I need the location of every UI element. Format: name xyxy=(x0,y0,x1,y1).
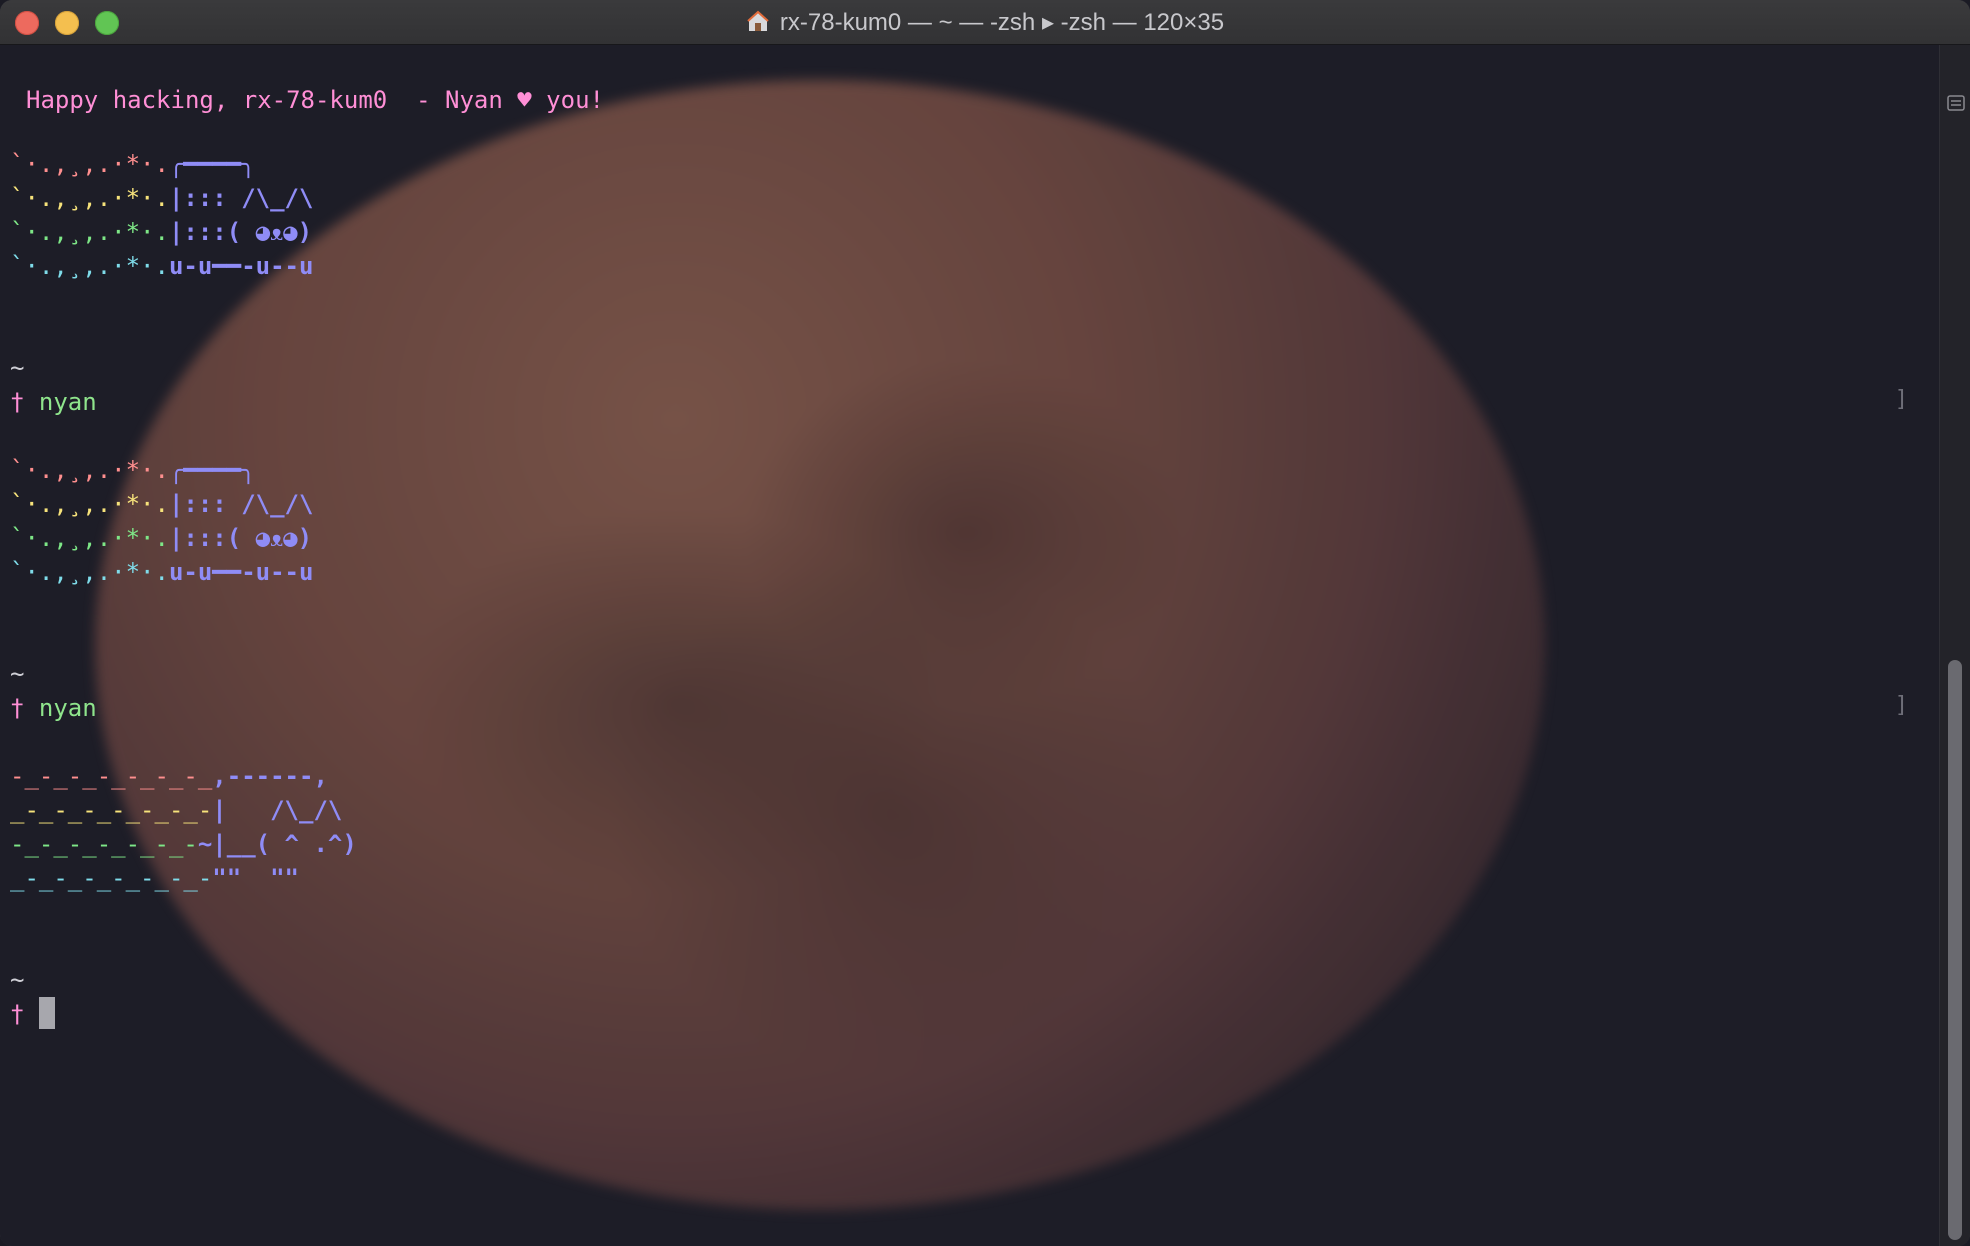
nyan-row: -_-_-_-_-_-_-~|__( ^ .^) xyxy=(10,830,357,858)
terminal-window: rx-78-kum0 — ~ — -zsh ▸ -zsh — 120×35 Ha… xyxy=(0,0,1970,1246)
home-folder-icon xyxy=(746,10,770,34)
nyan-row: `·.,¸,.·*·.|::: /\_/\ xyxy=(10,184,314,212)
prompt-symbol: † xyxy=(10,1000,25,1028)
cwd-line: ~ xyxy=(10,354,25,382)
cwd-line: ~ xyxy=(10,966,25,994)
nyan-row: _-_-_-_-_-_-_-| /\_/\ xyxy=(10,796,343,824)
window-title: rx-78-kum0 — ~ — -zsh ▸ -zsh — 120×35 xyxy=(779,8,1225,36)
command-text: nyan xyxy=(38,694,97,722)
prompt-symbol: † xyxy=(10,388,25,416)
nyan-row: `·.,¸,.·*·.|:::( ◕ᴥ◕) xyxy=(10,218,313,246)
nyan-row: `·.,¸,.·*·.u-u━━-u--u xyxy=(10,558,314,586)
line-mark-bracket: ] xyxy=(1894,693,1908,718)
nyan-row: `·.,¸,.·*·.u-u━━-u--u xyxy=(10,252,314,280)
nyan-row: -_-_-_-_-_-_-_,------, xyxy=(10,762,328,790)
terminal-content-area[interactable]: Happy hacking, rx-78-kum0 - Nyan ♥ you! … xyxy=(0,45,1940,1246)
command-text: nyan xyxy=(38,388,97,416)
split-pane-icon[interactable] xyxy=(1946,93,1966,113)
nyan-row: _-_-_-_-_-_-_-"" "" xyxy=(10,864,299,892)
prompt-line: † nyan xyxy=(10,691,97,725)
terminal-output: Happy hacking, rx-78-kum0 - Nyan ♥ you! … xyxy=(0,45,1930,1246)
cwd-line: ~ xyxy=(10,660,25,688)
active-prompt-line[interactable]: † xyxy=(10,997,55,1031)
text-cursor xyxy=(38,997,55,1029)
nyan-row: `·.,¸,.·*·.╭━━━━╮ xyxy=(10,456,256,484)
nyan-row: `·.,¸,.·*·.|::: /\_/\ xyxy=(10,490,314,518)
scrollbar-thumb[interactable] xyxy=(1948,660,1962,1240)
nyan-row: `·.,¸,.·*·.╭━━━━╮ xyxy=(10,150,256,178)
title-bar[interactable]: rx-78-kum0 — ~ — -zsh ▸ -zsh — 120×35 xyxy=(0,0,1970,45)
prompt-symbol: † xyxy=(10,694,25,722)
nyan-row: `·.,¸,.·*·.|:::( ◕ᴥ◕) xyxy=(10,524,313,552)
line-mark-bracket: ] xyxy=(1894,387,1908,412)
motd-line: Happy hacking, rx-78-kum0 - Nyan ♥ you! xyxy=(26,86,604,114)
prompt-line: † nyan xyxy=(10,385,97,419)
